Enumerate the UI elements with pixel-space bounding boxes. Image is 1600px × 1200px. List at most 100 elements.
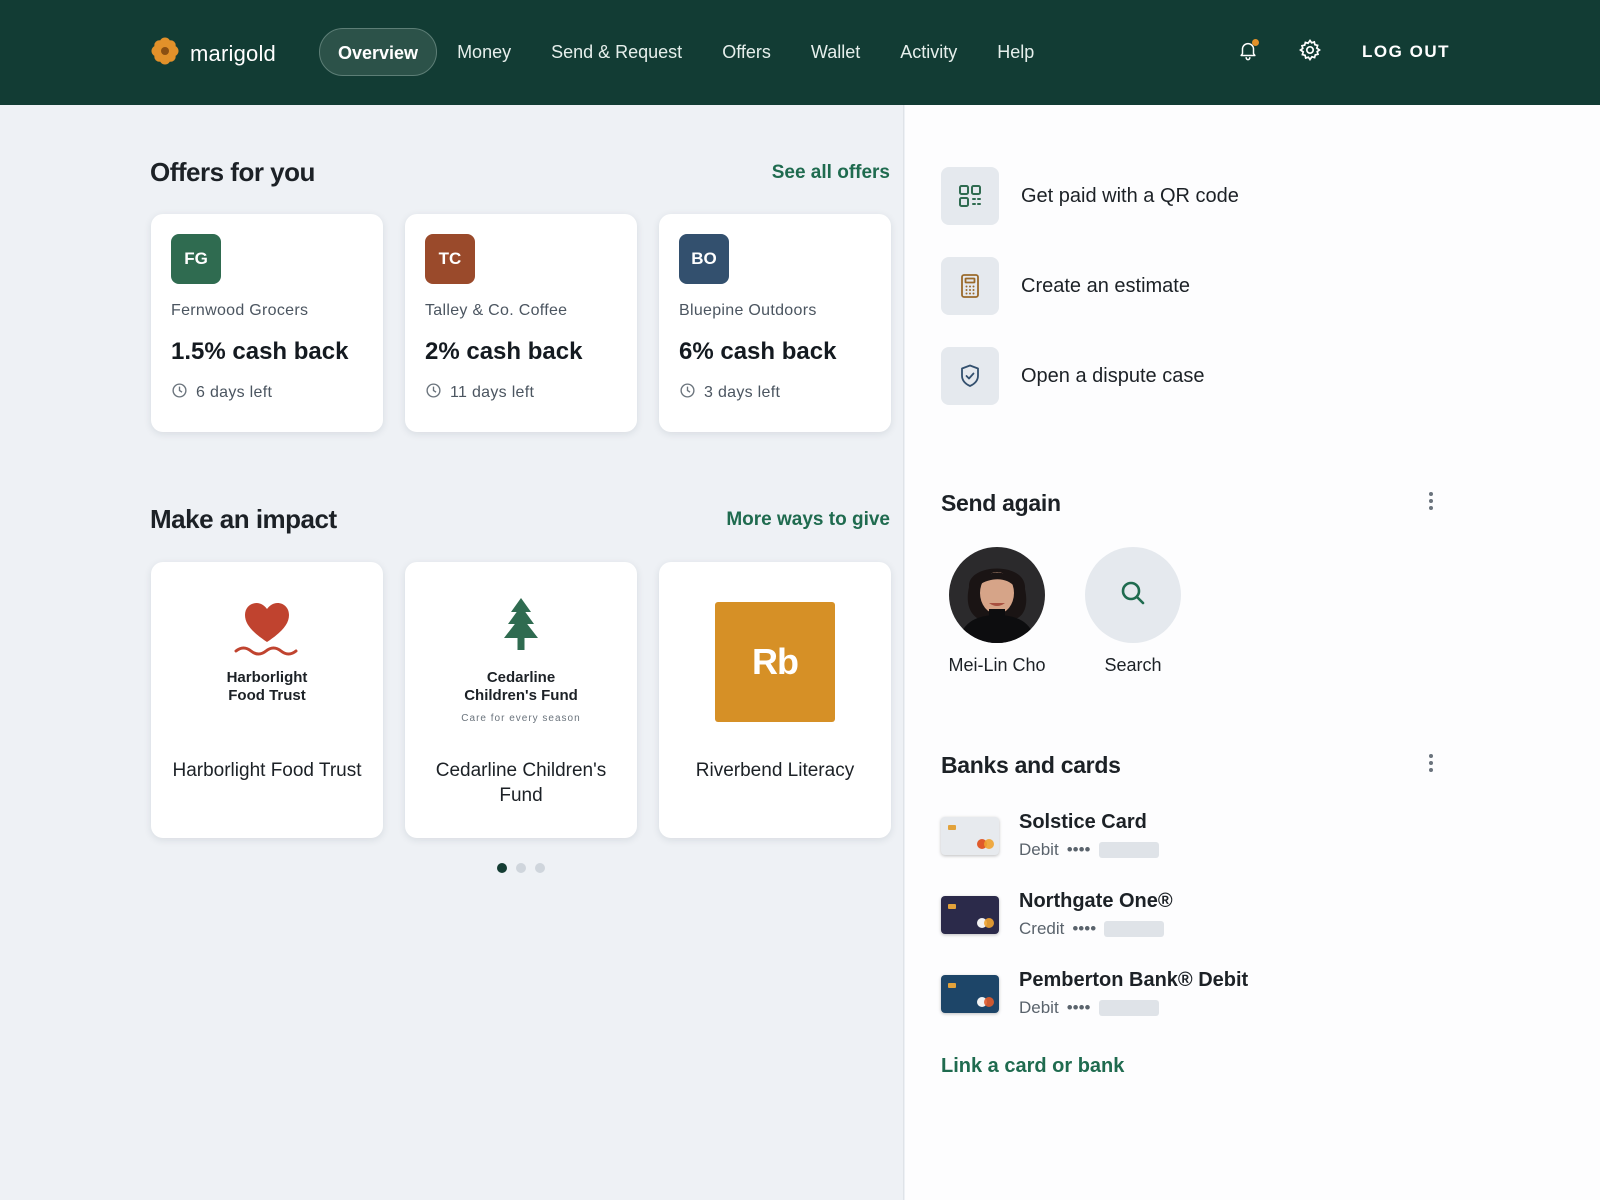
charity-logo-title: Cedarline Children's Fund bbox=[464, 669, 578, 704]
quick-action-label: Get paid with a QR code bbox=[1021, 184, 1239, 207]
charity-card-riverbend[interactable]: Rb Riverbend Literacy bbox=[659, 562, 891, 838]
nav-item-wallet[interactable]: Wallet bbox=[791, 28, 880, 76]
carousel-dot[interactable] bbox=[497, 863, 507, 873]
banks-title: Banks and cards bbox=[941, 752, 1121, 778]
gear-icon bbox=[1298, 38, 1322, 67]
quick-action-qr-code[interactable]: Get paid with a QR code bbox=[941, 167, 1239, 225]
bank-type: Debit bbox=[1019, 998, 1059, 1017]
offer-time-left: 3 days left bbox=[679, 382, 871, 404]
offer-card-bluepine[interactable]: BO Bluepine Outdoors 6% cash back 3 days… bbox=[659, 214, 891, 432]
bank-item-northgate[interactable]: Northgate One® Credit •••• bbox=[941, 890, 1173, 939]
search-button bbox=[1085, 547, 1181, 643]
nav-item-offers[interactable]: Offers bbox=[702, 28, 791, 76]
redacted-digits bbox=[1098, 842, 1159, 858]
offer-card-talley[interactable]: TC Talley & Co. Coffee 2% cash back 11 d… bbox=[405, 214, 637, 432]
charity-card-harborlight[interactable]: Harborlight Food Trust Harborlight Food … bbox=[151, 562, 383, 838]
send-again-header: Send again bbox=[941, 490, 1441, 517]
card-thumbnail bbox=[941, 816, 999, 855]
charity-logo-tagline: Care for every season bbox=[461, 713, 581, 724]
offer-time-left: 11 days left bbox=[425, 382, 617, 404]
bank-mask: •••• bbox=[1066, 998, 1091, 1017]
logout-button[interactable]: LOG OUT bbox=[1362, 42, 1450, 62]
more-vertical-icon bbox=[1428, 491, 1434, 516]
charity-logo-title: Harborlight Food Trust bbox=[226, 669, 308, 704]
offer-merchant: Bluepine Outdoors bbox=[679, 302, 817, 319]
offer-value: 6% cash back bbox=[679, 338, 837, 365]
carousel-dot[interactable] bbox=[535, 863, 545, 873]
offer-time-label: 11 days left bbox=[450, 384, 535, 401]
bank-info: Pemberton Bank® Debit Debit •••• bbox=[1019, 969, 1248, 1018]
main-content: Offers for you See all offers FG Fernwoo… bbox=[0, 105, 904, 1200]
quick-action-label: Open a dispute case bbox=[1021, 364, 1205, 387]
charity-name: Harborlight Food Trust bbox=[172, 760, 362, 781]
offer-time-label: 3 days left bbox=[704, 384, 781, 401]
cedarline-logo: Cedarline Children's Fund Care for every… bbox=[405, 596, 637, 724]
bank-detail: Credit •••• bbox=[1019, 919, 1173, 939]
bank-info: Solstice Card Debit •••• bbox=[1019, 811, 1159, 860]
card-chip-icon bbox=[948, 982, 956, 988]
contact-search[interactable]: Search bbox=[1085, 547, 1181, 676]
nav-item-help[interactable]: Help bbox=[977, 28, 1054, 76]
notifications-button[interactable] bbox=[1232, 36, 1264, 68]
harborlight-logo: Harborlight Food Trust bbox=[151, 596, 383, 705]
card-chip-icon bbox=[948, 903, 956, 909]
bank-mask: •••• bbox=[1066, 840, 1091, 859]
bank-type: Credit bbox=[1019, 919, 1065, 938]
heart-icon bbox=[232, 596, 302, 663]
offer-value: 2% cash back bbox=[425, 338, 583, 365]
brand-name: marigold bbox=[190, 40, 276, 66]
quick-action-estimate[interactable]: Create an estimate bbox=[941, 257, 1190, 315]
carousel-dot[interactable] bbox=[516, 863, 526, 873]
quick-action-dispute[interactable]: Open a dispute case bbox=[941, 347, 1204, 405]
banks-header: Banks and cards bbox=[941, 752, 1441, 779]
settings-button[interactable] bbox=[1294, 36, 1326, 68]
offer-time-left: 6 days left bbox=[171, 382, 363, 404]
offer-merchant: Fernwood Grocers bbox=[171, 302, 309, 319]
contact-name: Mei-Lin Cho bbox=[948, 655, 1046, 675]
bank-info: Northgate One® Credit •••• bbox=[1019, 890, 1173, 939]
contact-mei-lin-cho[interactable]: Mei-Lin Cho bbox=[948, 547, 1046, 676]
charity-card-cedarline[interactable]: Cedarline Children's Fund Care for every… bbox=[405, 562, 637, 838]
offer-time-label: 6 days left bbox=[196, 384, 273, 401]
offers-title: Offers for you bbox=[150, 157, 315, 187]
bank-item-solstice[interactable]: Solstice Card Debit •••• bbox=[941, 811, 1159, 860]
send-again-title: Send again bbox=[941, 490, 1061, 516]
card-chip-icon bbox=[948, 824, 956, 830]
merchant-logo: TC bbox=[425, 234, 475, 284]
more-ways-to-give-link[interactable]: More ways to give bbox=[726, 509, 890, 531]
redacted-digits bbox=[1098, 1000, 1159, 1016]
shield-check-icon bbox=[941, 347, 999, 405]
main-nav: Overview Money Send & Request Offers Wal… bbox=[319, 28, 1054, 76]
more-vertical-icon bbox=[1428, 753, 1434, 778]
offer-card-fernwood[interactable]: FG Fernwood Grocers 1.5% cash back 6 day… bbox=[151, 214, 383, 432]
card-thumbnail bbox=[941, 974, 999, 1013]
nav-item-money[interactable]: Money bbox=[437, 28, 531, 76]
brand[interactable]: marigold bbox=[150, 36, 276, 71]
merchant-logo: FG bbox=[171, 234, 221, 284]
see-all-offers-link[interactable]: See all offers bbox=[772, 162, 890, 184]
qr-code-icon bbox=[941, 167, 999, 225]
tree-icon bbox=[501, 596, 541, 657]
nav-item-send-request[interactable]: Send & Request bbox=[531, 28, 702, 76]
link-card-or-bank-link[interactable]: Link a card or bank bbox=[941, 1055, 1124, 1078]
top-actions: LOG OUT bbox=[1232, 36, 1450, 68]
bank-name: Solstice Card bbox=[1019, 811, 1147, 833]
bank-detail: Debit •••• bbox=[1019, 998, 1248, 1018]
clock-icon bbox=[171, 382, 188, 404]
clock-icon bbox=[679, 382, 696, 404]
avatar bbox=[949, 547, 1045, 643]
nav-item-activity[interactable]: Activity bbox=[880, 28, 977, 76]
bank-mask: •••• bbox=[1072, 919, 1097, 938]
quick-action-label: Create an estimate bbox=[1021, 274, 1190, 297]
banks-more-button[interactable] bbox=[1421, 754, 1441, 778]
calculator-icon bbox=[941, 257, 999, 315]
merchant-logo: BO bbox=[679, 234, 729, 284]
bank-detail: Debit •••• bbox=[1019, 840, 1159, 860]
offers-header: Offers for you See all offers bbox=[150, 157, 890, 188]
charity-name: Cedarline Children's Fund bbox=[435, 760, 607, 806]
offer-value: 1.5% cash back bbox=[171, 338, 349, 365]
send-again-more-button[interactable] bbox=[1421, 492, 1441, 516]
bank-item-pemberton[interactable]: Pemberton Bank® Debit Debit •••• bbox=[941, 969, 1248, 1018]
sidebar: Get paid with a QR code Create an estima… bbox=[905, 105, 1600, 1200]
nav-item-overview[interactable]: Overview bbox=[319, 28, 438, 76]
